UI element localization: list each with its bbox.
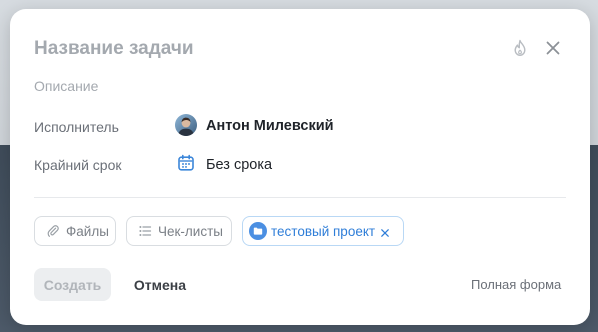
folder-icon <box>249 222 267 240</box>
checklists-chip[interactable]: Чек-листы <box>126 216 232 246</box>
deadline-value[interactable]: Без срока <box>206 157 272 173</box>
project-chip-label: тестовый проект <box>271 223 376 239</box>
paperclip-icon <box>46 224 60 238</box>
remove-icon[interactable] <box>380 226 390 237</box>
checklists-chip-label: Чек-листы <box>158 223 223 239</box>
full-form-link[interactable]: Полная форма <box>471 277 561 292</box>
flame-icon[interactable] <box>510 38 530 58</box>
cancel-button[interactable]: Отмена <box>124 268 196 301</box>
task-title-input[interactable] <box>34 34 474 64</box>
divider <box>34 197 566 198</box>
new-task-modal: Исполнитель Антон Милевский Крайний срок <box>10 9 590 325</box>
close-icon[interactable] <box>543 38 563 58</box>
checklist-icon <box>138 224 152 238</box>
user-avatar[interactable] <box>175 114 197 136</box>
task-description-input[interactable] <box>34 76 534 96</box>
files-chip-label: Файлы <box>66 223 109 239</box>
project-chip[interactable]: тестовый проект <box>242 216 404 246</box>
deadline-label: Крайний срок <box>34 157 122 173</box>
files-chip[interactable]: Файлы <box>34 216 116 246</box>
assignee-label: Исполнитель <box>34 119 119 135</box>
calendar-icon[interactable] <box>177 154 195 172</box>
assignee-name[interactable]: Антон Милевский <box>206 118 334 134</box>
create-button[interactable]: Создать <box>34 268 111 301</box>
